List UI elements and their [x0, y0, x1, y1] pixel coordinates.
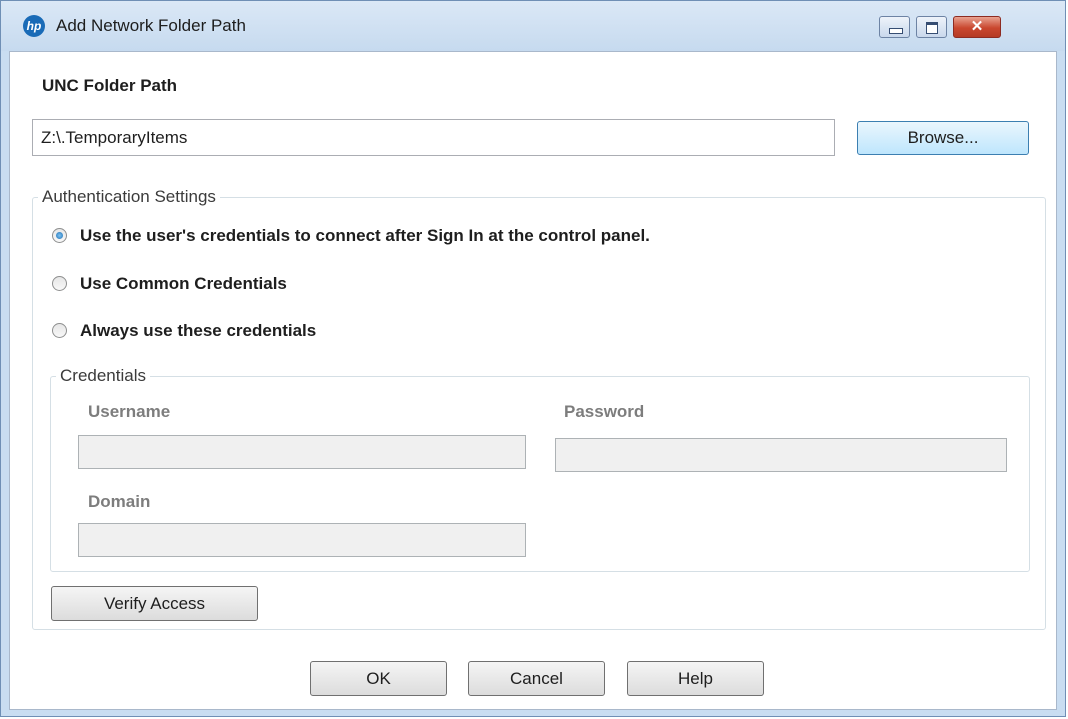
minimize-icon [889, 28, 903, 34]
credentials-legend: Credentials [56, 366, 150, 386]
username-label: Username [88, 402, 171, 421]
close-button[interactable]: ✕ [953, 16, 1001, 38]
password-input[interactable] [555, 438, 1007, 472]
radio-label: Use the user's credentials to connect af… [80, 226, 650, 245]
password-label: Password [564, 402, 645, 421]
window-title: Add Network Folder Path [56, 16, 246, 35]
username-input[interactable] [78, 435, 526, 469]
verify-access-button[interactable]: Verify Access [51, 586, 258, 621]
cancel-button[interactable]: Cancel [468, 661, 605, 696]
radio-button[interactable] [52, 323, 67, 338]
help-button[interactable]: Help [627, 661, 764, 696]
browse-button[interactable]: Browse... [857, 121, 1029, 155]
radio-label: Always use these credentials [80, 321, 317, 340]
radio-button[interactable] [52, 276, 67, 291]
ok-button[interactable]: OK [310, 661, 447, 696]
hp-logo-icon: hp [23, 15, 45, 37]
dialog-window: hp Add Network Folder Path ✕ UNC Folder … [0, 0, 1066, 717]
domain-label: Domain [88, 492, 151, 511]
minimize-button[interactable] [879, 16, 910, 38]
maximize-button[interactable] [916, 16, 947, 38]
dialog-body: UNC Folder Path Browse... Authentication… [9, 51, 1057, 710]
title-bar[interactable]: hp Add Network Folder Path ✕ [1, 1, 1065, 51]
radio-button-checked[interactable] [52, 228, 67, 243]
radio-label: Use Common Credentials [80, 274, 287, 293]
unc-folder-path-input[interactable] [32, 119, 835, 156]
domain-input[interactable] [78, 523, 526, 557]
close-icon: ✕ [970, 18, 984, 35]
maximize-icon [926, 22, 938, 34]
unc-folder-path-label: UNC Folder Path [42, 76, 178, 95]
authentication-settings-legend: Authentication Settings [38, 187, 220, 207]
